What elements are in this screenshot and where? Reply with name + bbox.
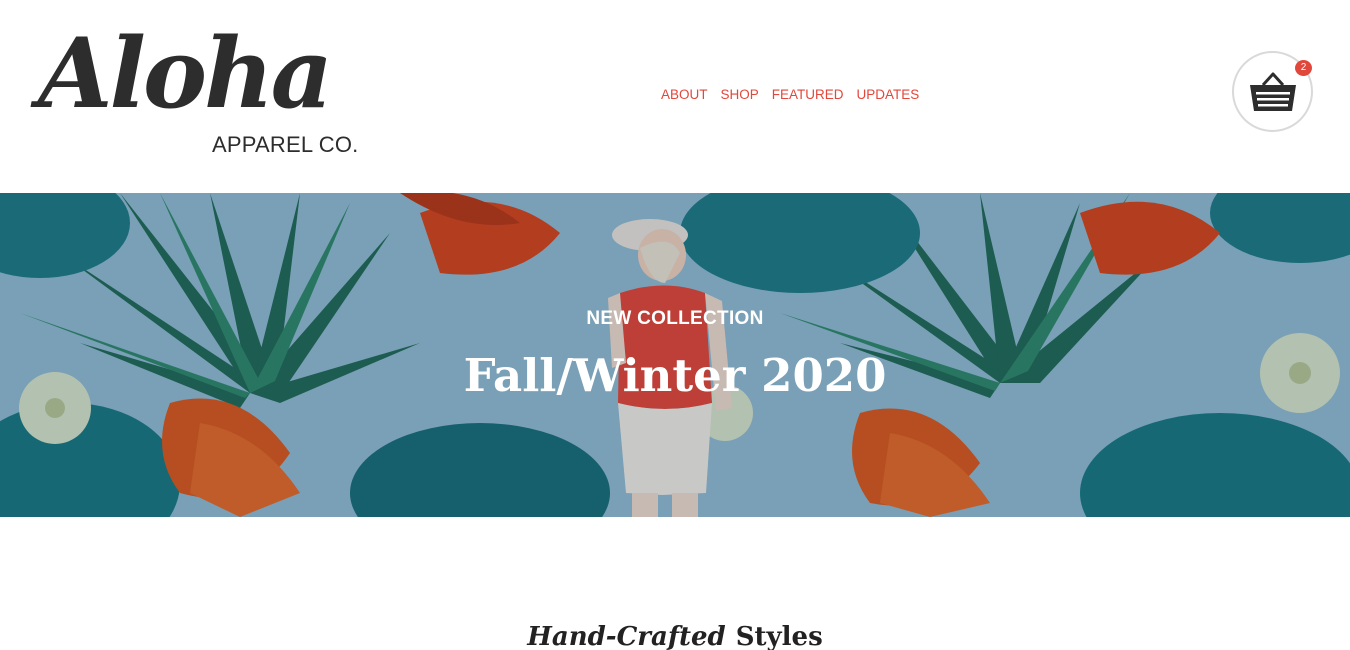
- section-heading-italic: Hand-Crafted: [527, 622, 726, 650]
- nav-link-about[interactable]: ABOUT: [661, 87, 708, 102]
- logo-subtext: APPAREL CO.: [212, 132, 359, 157]
- logo-script-text: Aloha: [38, 17, 333, 130]
- cart-count-badge: 2: [1295, 60, 1312, 76]
- hero-kicker: NEW COLLECTION: [586, 308, 764, 329]
- brand-logo[interactable]: Aloha APPAREL CO.: [38, 26, 368, 161]
- basket-icon: [1250, 72, 1296, 111]
- nav-link-updates[interactable]: UPDATES: [857, 87, 920, 102]
- nav-link-featured[interactable]: FEATURED: [772, 87, 844, 102]
- nav-link-shop[interactable]: SHOP: [721, 87, 759, 102]
- main-nav: ABOUT SHOP FEATURED UPDATES: [661, 87, 919, 102]
- site-header: Aloha APPAREL CO. ABOUT SHOP FEATURED UP…: [0, 0, 1350, 193]
- hero-banner[interactable]: NEW COLLECTION Fall/Winter 2020: [0, 193, 1350, 517]
- section-heading: Hand-Crafted Styles: [0, 622, 1350, 650]
- section-heading-bold: Styles: [735, 622, 823, 650]
- hero-title: Fall/Winter 2020: [463, 349, 887, 402]
